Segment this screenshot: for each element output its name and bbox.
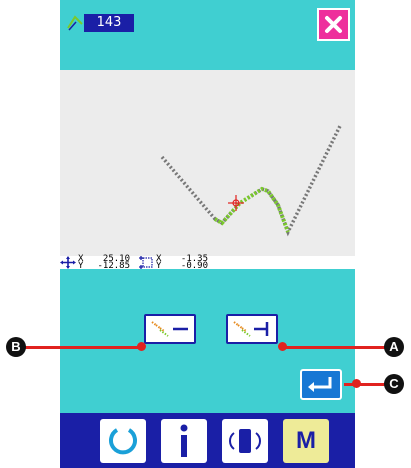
enter-icon bbox=[308, 377, 332, 392]
cursor-position-icon bbox=[60, 256, 76, 269]
action-panel bbox=[60, 269, 355, 413]
callout-a-dot bbox=[278, 342, 287, 351]
enter-button[interactable] bbox=[300, 369, 342, 400]
stitch-line-right-icon bbox=[233, 321, 269, 337]
callout-a-leader bbox=[282, 346, 392, 349]
new-stitch-line bbox=[214, 186, 290, 233]
top-bar: 143 bbox=[60, 0, 355, 70]
pattern-number: 143 bbox=[84, 14, 134, 32]
offset-icon bbox=[139, 256, 153, 269]
close-icon bbox=[325, 16, 342, 33]
stitch-line-right-button[interactable] bbox=[226, 314, 278, 344]
stitch-preview bbox=[160, 125, 342, 237]
stitch-line-left-button[interactable] bbox=[144, 314, 196, 344]
model-button[interactable]: M bbox=[283, 419, 329, 463]
reset-button[interactable] bbox=[100, 419, 146, 463]
needle-cursor bbox=[228, 195, 244, 211]
callout-c-marker: C bbox=[384, 374, 404, 394]
model-label: M bbox=[296, 427, 316, 454]
stitch-line-left-icon bbox=[151, 321, 188, 337]
info-icon bbox=[180, 424, 188, 457]
sewing-panel-screen: 143 X 25.10 Y -12.85 X -1.35 Y -0.90 M bbox=[60, 0, 355, 468]
communication-button[interactable] bbox=[222, 419, 268, 463]
info-button[interactable] bbox=[161, 419, 207, 463]
callout-c-dot bbox=[352, 379, 361, 388]
callout-b-leader bbox=[16, 346, 141, 349]
callout-b-marker: B bbox=[6, 337, 26, 357]
stitch-preview-canvas[interactable] bbox=[60, 70, 355, 256]
pattern-icon bbox=[67, 15, 83, 31]
bottom-nav: M bbox=[60, 413, 355, 468]
reset-icon bbox=[109, 428, 137, 455]
coordinate-readout: X 25.10 Y -12.85 X -1.35 Y -0.90 bbox=[60, 255, 355, 271]
communication-icon bbox=[229, 429, 261, 453]
callout-b-dot bbox=[137, 342, 146, 351]
existing-stitch-line bbox=[160, 125, 342, 237]
close-button[interactable] bbox=[317, 8, 350, 41]
callout-a-marker: A bbox=[384, 337, 404, 357]
